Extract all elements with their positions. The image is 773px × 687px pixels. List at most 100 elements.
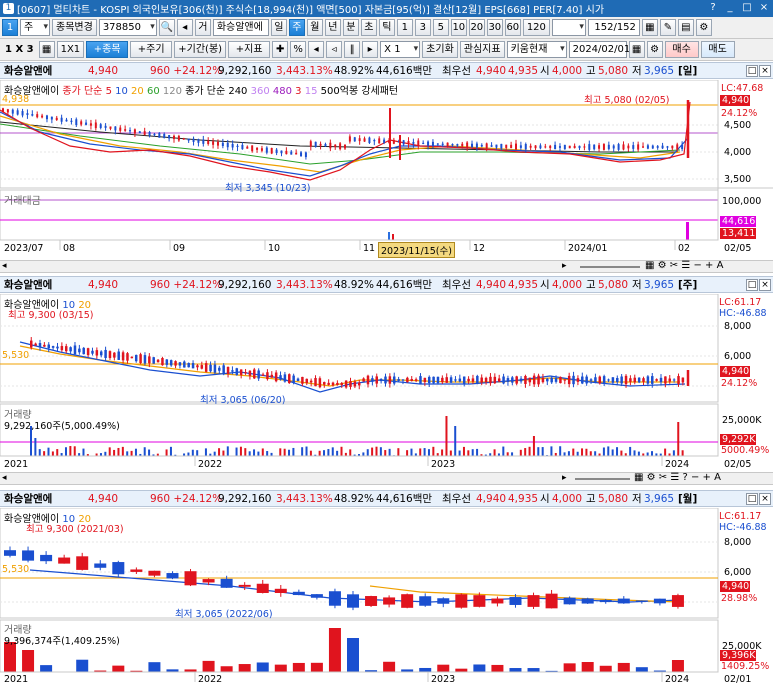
legend-ma3: 3 — [295, 86, 302, 97]
volume-bar — [47, 447, 50, 456]
legend-ma360: 360 — [250, 86, 270, 97]
scroll-right-icon[interactable]: ▸ — [562, 473, 567, 483]
volume-bar — [581, 662, 594, 672]
minute-120-button[interactable]: 120 — [522, 19, 550, 36]
trade-amount: 44,616백만 — [376, 65, 433, 77]
minute-5-button[interactable]: 5 — [432, 19, 449, 36]
help-button[interactable]: ? — [706, 1, 720, 15]
stock-change-button[interactable]: 종목변경 — [52, 19, 97, 36]
add-period-button[interactable]: +주기 — [130, 41, 173, 58]
scroll-next-icon[interactable]: ▸ — [362, 41, 379, 58]
volume-bar — [331, 447, 334, 456]
chart-tools-icons[interactable]: ▦ ⚙ ✂ ☰ ? − + A — [634, 472, 721, 483]
volume-bar — [191, 449, 194, 456]
data-count-field[interactable]: 152/152 — [587, 19, 640, 36]
zoom-slider[interactable] — [575, 478, 630, 480]
close-button[interactable]: × — [757, 1, 771, 15]
volume-bar — [266, 451, 269, 456]
scroll-first-icon[interactable]: ◂ — [308, 41, 325, 58]
market-select[interactable]: 주 — [20, 19, 50, 36]
volume-bar — [563, 663, 576, 672]
volume-bar — [256, 662, 269, 672]
layout-grid-icon[interactable]: ▦ — [38, 41, 55, 58]
crosshair-icon[interactable]: ✚ — [272, 41, 289, 58]
kiwoom-select[interactable]: 키움현재 — [506, 41, 567, 58]
grid-icon[interactable]: ▦ — [641, 19, 658, 36]
sell-button[interactable]: 매도 — [700, 41, 735, 58]
scroll-left-icon[interactable]: ◂ — [2, 261, 7, 271]
add-stock-button[interactable]: +종목 — [86, 41, 129, 58]
add-range-button[interactable]: +기간(봉) — [174, 41, 227, 58]
volume-bar — [371, 447, 374, 456]
panel-close-icon[interactable]: × — [759, 65, 771, 77]
daily-scrollbar[interactable]: ◂ ▸ ▦ ⚙ ✂ ☰ − + A — [0, 260, 773, 273]
high-label: 고 — [586, 279, 596, 291]
volume-bar — [309, 450, 312, 456]
maximize-button[interactable]: □ — [740, 1, 754, 15]
period-month-button[interactable]: 월 — [306, 19, 323, 36]
minute-10-button[interactable]: 10 — [450, 19, 467, 36]
minimize-button[interactable]: _ — [723, 1, 737, 15]
volume-bar — [196, 450, 199, 456]
panel-close-icon[interactable]: × — [759, 493, 771, 505]
period-week-button[interactable]: 주 — [288, 19, 305, 36]
period-minute-button[interactable]: 분 — [342, 19, 359, 36]
name-prefix-button[interactable]: 거 — [194, 19, 211, 36]
panel-restore-icon[interactable]: □ — [746, 279, 758, 291]
volume-bar — [527, 668, 540, 672]
volume-bar — [476, 448, 479, 456]
volume-bar — [187, 452, 190, 456]
panel-restore-icon[interactable]: □ — [746, 65, 758, 77]
volume-bar — [362, 452, 365, 456]
chart-tools-icons[interactable]: ▦ ⚙ ✂ ☰ − + A — [645, 260, 723, 271]
zoom-slider[interactable] — [580, 266, 640, 268]
buy-button[interactable]: 매수 — [664, 41, 699, 58]
percent-icon[interactable]: % — [290, 41, 307, 58]
daily-xlabel-8: 02 — [678, 243, 691, 254]
high-price: 5,080 — [598, 64, 629, 77]
monthly-xlabel-4: 2024 — [665, 674, 690, 685]
search-icon[interactable]: 🔍 — [158, 19, 175, 36]
minute-20-button[interactable]: 20 — [468, 19, 485, 36]
scroll-left-icon[interactable]: ◂ — [2, 473, 7, 483]
screen-number-button[interactable]: 1 — [2, 19, 18, 36]
custom-period-select[interactable] — [551, 19, 586, 36]
gear-icon[interactable]: ⚙ — [695, 19, 712, 36]
sound-icon[interactable]: ◂ — [176, 19, 193, 36]
tool-icon[interactable]: ✎ — [659, 19, 676, 36]
calendar-icon[interactable]: ▦ — [628, 41, 645, 58]
scroll-prev-icon[interactable]: ◃ — [326, 41, 343, 58]
period-second-button[interactable]: 초 — [360, 19, 377, 36]
weekly-scrollbar[interactable]: ◂ ▸ ▦ ⚙ ✂ ☰ ? − + A — [0, 472, 773, 485]
minute-30-button[interactable]: 30 — [486, 19, 503, 36]
layout-1x1-button[interactable]: 1X1 — [56, 41, 85, 58]
minute-1-button[interactable]: 1 — [396, 19, 413, 36]
interest-indicator-button[interactable]: 관심지표 — [459, 41, 505, 58]
chart-panel-weekly[interactable]: 화승알앤에이 10 20 5,530 최고 9,300 (03/15) 최저 3… — [0, 293, 773, 472]
scroll-right-icon[interactable]: ▸ — [562, 261, 567, 271]
weekly-ytick-2: 6,000 — [724, 351, 752, 362]
panel-close-icon[interactable]: × — [759, 279, 771, 291]
minute-3-button[interactable]: 3 — [414, 19, 431, 36]
chart-panel-daily[interactable]: 화승알앤에이 종가 단순 5 10 20 60 120 종가 단순 240 36… — [0, 79, 773, 260]
zoom-select[interactable]: X 1 — [380, 41, 421, 58]
volume-bar — [51, 451, 54, 456]
weekly-high-annotation: 최고 9,300 (03/15) — [8, 310, 94, 321]
scroll-pause-icon[interactable]: ‖ — [344, 41, 361, 58]
minute-60-button[interactable]: 60 — [504, 19, 521, 36]
volume-bar — [524, 448, 527, 456]
date-input[interactable]: 2024/02/01 — [568, 41, 630, 58]
volume-bar — [437, 664, 450, 672]
volume-bar — [594, 451, 597, 456]
settings-small-icon[interactable]: ⚙ — [646, 41, 663, 58]
add-indicator-button[interactable]: +지표 — [228, 41, 271, 58]
chart-panel-monthly[interactable]: 화승알앤에이 10 20 5,530 최고 9,300 (2021/03) 최저… — [0, 507, 773, 687]
volume-bar — [419, 667, 432, 672]
print-icon[interactable]: ▤ — [677, 19, 694, 36]
panel-restore-icon[interactable]: □ — [746, 493, 758, 505]
period-tick-button[interactable]: 틱 — [378, 19, 395, 36]
period-day-button[interactable]: 일 — [270, 19, 287, 36]
period-year-button[interactable]: 년 — [324, 19, 341, 36]
reset-button[interactable]: 초기화 — [422, 41, 458, 58]
stock-code-input[interactable]: 378850 — [98, 19, 157, 36]
